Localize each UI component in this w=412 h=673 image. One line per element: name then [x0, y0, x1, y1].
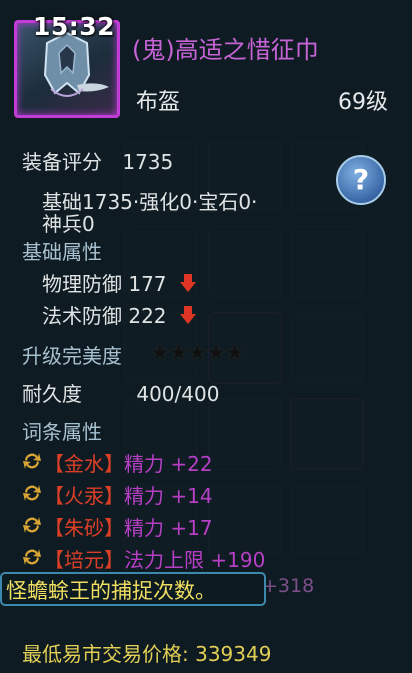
partial-affix-value: +318	[262, 575, 315, 597]
refresh-icon	[22, 515, 42, 535]
down-arrow-icon	[179, 273, 197, 298]
attribute-row-physical-defense: 物理防御 177	[42, 268, 197, 298]
help-button[interactable]: ?	[336, 155, 386, 205]
durability-row: 耐久度 400/400	[22, 378, 219, 407]
item-tooltip-panel: 15:32 (鬼)高适之惜征巾 布盔 69级 装备评分 1735 ? 基础173…	[0, 0, 412, 673]
affix-value: 精力 +14	[124, 484, 213, 508]
equipment-score: 装备评分 1735	[22, 146, 173, 175]
attribute-value: 222	[128, 304, 167, 328]
attribute-value: 177	[128, 272, 167, 296]
affix-row: 【火汞】精力 +14	[44, 480, 213, 509]
star-icon: ★	[187, 341, 207, 366]
affix-value: 精力 +22	[124, 452, 213, 476]
attribute-label: 法术防御	[42, 304, 122, 328]
star-icon: ★	[224, 341, 245, 366]
perfection-label: 升级完美度	[22, 344, 122, 368]
affix-attributes-title: 词条属性	[22, 420, 102, 444]
attribute-label: 物理防御	[42, 272, 122, 296]
refresh-icon	[22, 547, 42, 567]
affix-row: 【朱砂】精力 +17	[44, 512, 213, 541]
affix-value: 法力上限 +190	[124, 548, 266, 572]
affix-row: 【金水】精力 +22	[44, 448, 213, 477]
notice-banner: 怪蟾蜍王的捕捉次数。	[0, 572, 266, 606]
durability-label: 耐久度	[22, 382, 82, 406]
base-attributes-title: 基础属性	[22, 240, 102, 264]
star-icon: ★	[168, 341, 189, 366]
equipment-score-label: 装备评分	[22, 150, 102, 174]
question-mark-icon: ?	[352, 163, 370, 196]
equipment-score-value: 1735	[122, 150, 174, 174]
status-time: 15:32	[33, 12, 116, 41]
affix-tag: 【朱砂】	[44, 516, 124, 540]
market-price-value: 339349	[195, 642, 272, 666]
market-price: 最低易市交易价格: 339349	[22, 638, 271, 667]
durability-value: 400/400	[136, 382, 220, 406]
market-price-label: 最低易市交易价格:	[22, 642, 189, 666]
affix-tag: 【金水】	[44, 452, 124, 476]
affix-value: 精力 +17	[124, 516, 213, 540]
attribute-row-magic-defense: 法术防御 222	[42, 300, 197, 330]
refresh-icon	[22, 483, 42, 503]
score-breakdown-line-2: 神兵0	[42, 212, 95, 236]
item-level: 69级	[338, 90, 388, 115]
item-type: 布盔	[136, 90, 181, 115]
down-arrow-icon	[179, 305, 197, 330]
star-icon: ★	[150, 341, 170, 366]
star-icon: ★	[206, 341, 226, 366]
affix-tag: 【培元】	[44, 548, 124, 572]
perfection-stars: ★★★★★	[150, 341, 245, 366]
item-name: (鬼)高适之惜征巾	[132, 36, 319, 64]
refresh-icon	[22, 451, 42, 471]
affix-tag: 【火汞】	[44, 484, 124, 508]
affix-row: 【培元】法力上限 +190	[44, 544, 265, 573]
